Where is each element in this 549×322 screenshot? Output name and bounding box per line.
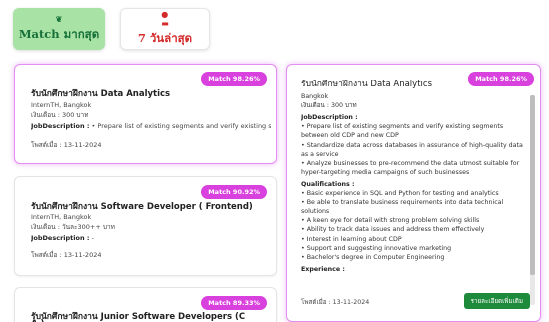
job-salary: เงินเดือน : 300 บาท	[31, 111, 89, 119]
job-description-value: • Prepare list of existing segments and …	[89, 122, 271, 130]
match-badge: Match 89.33%	[201, 296, 267, 310]
job-description-value: -	[89, 234, 94, 242]
detail-qualification-item: • Bachelor's degree in Computer Engineer…	[301, 253, 445, 261]
tab-match-most[interactable]: ❦ Match มากสุด	[13, 8, 105, 50]
detail-scrollbar-thumb[interactable]	[530, 95, 535, 275]
job-description: JobDescription : • Prepare list of exist…	[31, 122, 271, 130]
detail-title: รับนักศึกษาฝึกงาน Data Analytics	[301, 80, 432, 89]
tab-match-label: Match มากสุด	[18, 26, 100, 41]
detail-experience-label: Experience :	[301, 265, 345, 273]
detail-description-item: • Standardize data across databases in a…	[301, 141, 523, 158]
match-badge: Match 98.26%	[201, 72, 267, 86]
job-company: InternTH, Bangkok	[31, 213, 92, 221]
job-title: รับนักศึกษาฝึกงาน Data Analytics	[31, 89, 171, 99]
tree-icon: ❦	[55, 13, 63, 24]
job-detail-panel: Match 98.26% รับนักศึกษาฝึกงาน Data Anal…	[286, 64, 541, 322]
job-posted-date: โพสต์เมื่อ : 13-11-2024	[31, 141, 102, 149]
detail-salary: เงินเดือน : 300 บาท	[301, 102, 357, 110]
job-description-label: JobDescription :	[31, 234, 90, 242]
detail-description-item: • Analyze businesses to pre-recommend th…	[301, 159, 520, 176]
detail-qualification-item: • Basic experience in SQL and Python for…	[301, 190, 499, 198]
job-company: InternTH, Bangkok	[31, 101, 92, 109]
match-badge: Match 90.92%	[201, 185, 267, 199]
job-card[interactable]: Match 98.26% รับนักศึกษาฝึกงาน Data Anal…	[14, 64, 277, 164]
detail-qualification-item: • A keen eye for detail with strong prob…	[301, 217, 480, 225]
detail-qualifications-label: Qualifications :	[301, 180, 355, 188]
job-detail-content[interactable]: รับนักศึกษาฝึกงาน Data Analytics Bangkok…	[301, 80, 523, 280]
job-title: รับนักศึกษาฝึกงาน Software Developer ( F…	[31, 202, 253, 212]
job-salary: เงินเดือน : วันละ300++ บาท	[31, 223, 115, 231]
more-details-button[interactable]: รายละเอียดเพิ่มเติม	[463, 293, 530, 309]
person-icon: ● ▬	[161, 9, 169, 28]
job-description-label: JobDescription :	[31, 122, 90, 130]
detail-location: Bangkok	[301, 93, 329, 101]
detail-qualification-item: • Interest in learning about CDP	[301, 235, 402, 243]
detail-qualification-item: • Support and suggesting innovative mark…	[301, 244, 452, 252]
detail-scrollbar[interactable]	[530, 95, 535, 305]
detail-posted-date: โพสต์เมื่อ : 13-11-2024	[301, 299, 370, 306]
job-card[interactable]: Match 90.92% รับนักศึกษาฝึกงาน Software …	[14, 176, 277, 276]
detail-qualification-item: • Ability to track data issues and addre…	[301, 226, 485, 234]
job-posted-date: โพสต์เมื่อ : 13-11-2024	[31, 251, 102, 259]
job-card[interactable]: Match 89.33% รับนักศึกษาฝึกงาน Junior So…	[14, 287, 277, 322]
tab-last-7-days[interactable]: ● ▬ 7 วันล่าสุด	[120, 8, 210, 50]
tab-days-label: 7 วันล่าสุด	[137, 31, 193, 45]
detail-qualification-item: • Be able to translate business requirem…	[301, 199, 504, 216]
job-description: JobDescription : -	[31, 234, 271, 242]
detail-description-item: • Prepare list of existing segments and …	[301, 123, 504, 140]
detail-description-label: JobDescription :	[301, 114, 358, 122]
job-title: รับนักศึกษาฝึกงาน Junior Software Develo…	[31, 312, 246, 322]
